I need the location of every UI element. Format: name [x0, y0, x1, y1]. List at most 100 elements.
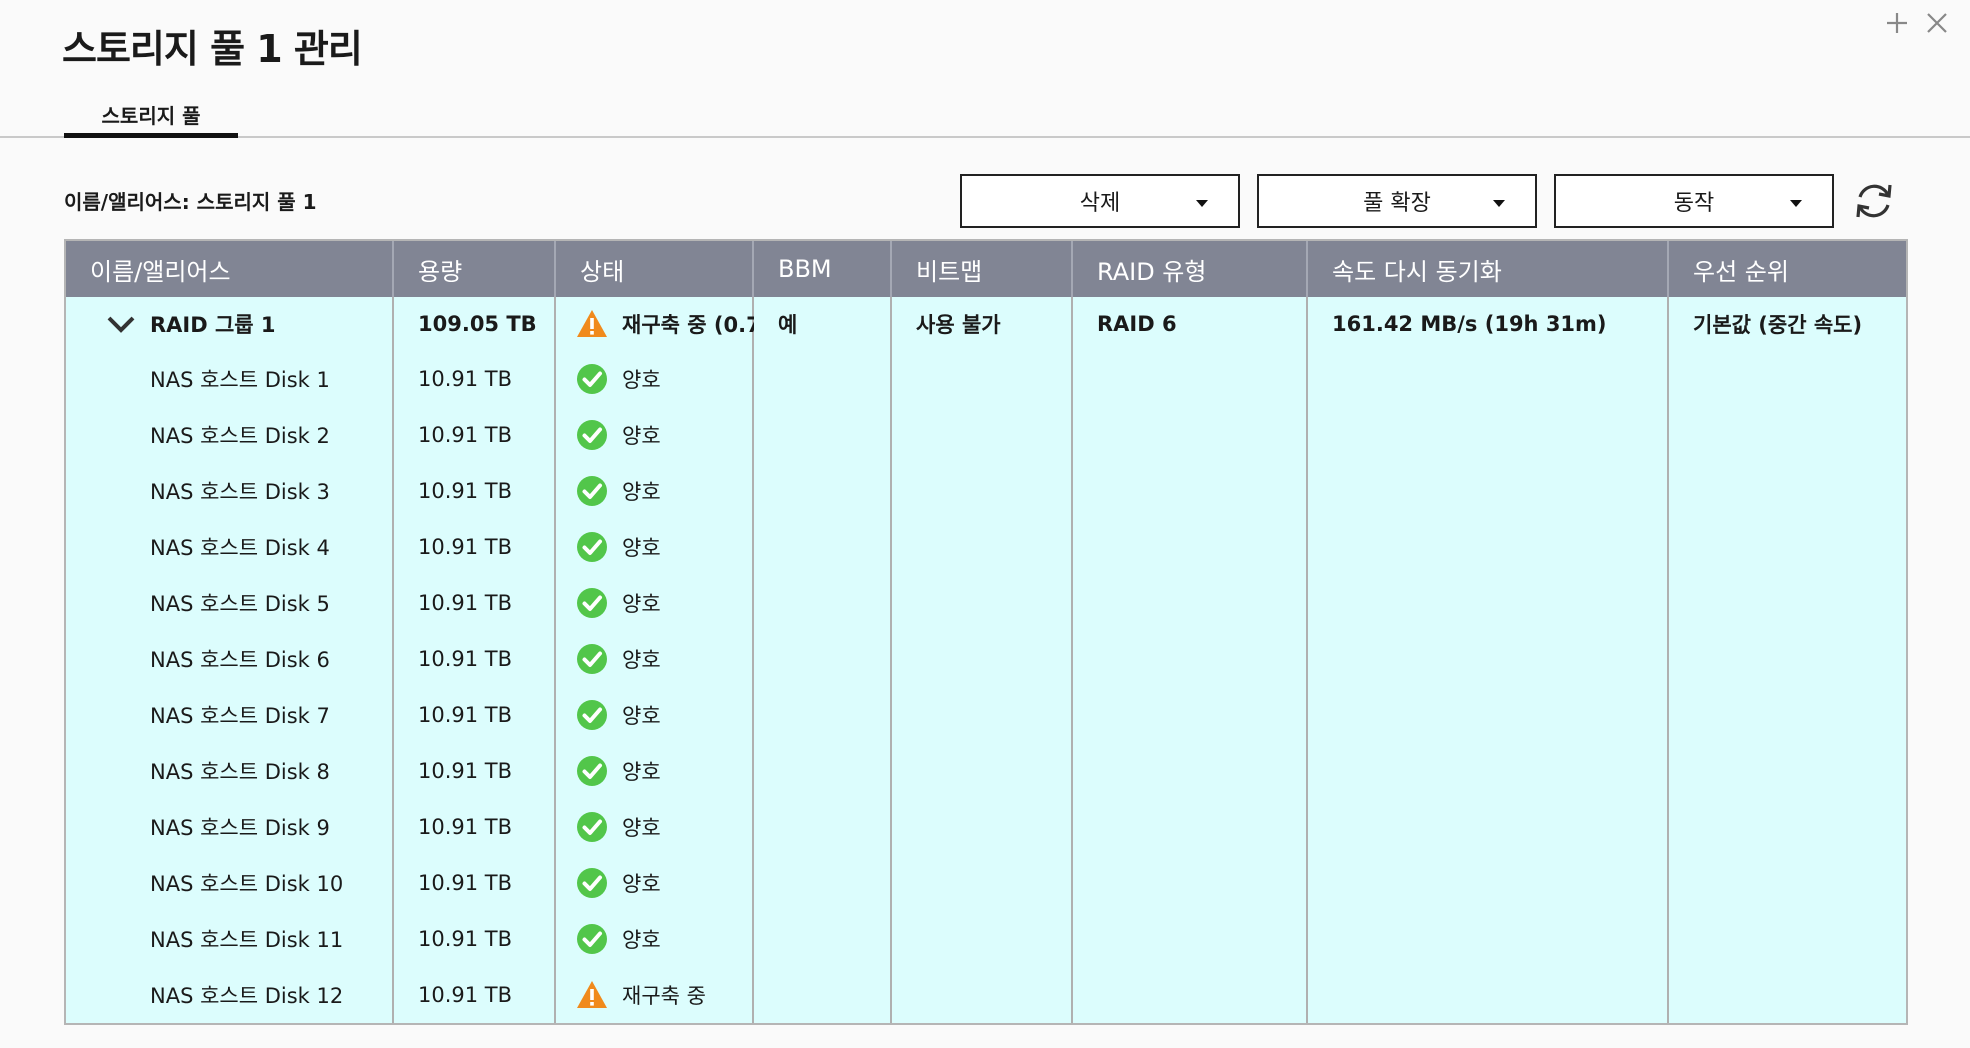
- check-circle-icon: [576, 755, 608, 787]
- table-row[interactable]: NAS 호스트 Disk 1 10.91 TB 양호: [66, 351, 1906, 407]
- disk-status-cell: 양호: [556, 631, 754, 687]
- refresh-button[interactable]: [1847, 174, 1901, 228]
- disk-name: NAS 호스트 Disk 11: [150, 928, 344, 952]
- close-icon: [1927, 13, 1947, 33]
- disk-status-cell: 양호: [556, 519, 754, 575]
- check-circle-icon: [576, 419, 608, 451]
- check-circle-icon: [576, 923, 608, 955]
- disk-status-cell: 양호: [556, 351, 754, 407]
- disk-capacity: 10.91 TB: [418, 535, 513, 559]
- group-status: 재구축 중 (0.7: [622, 313, 754, 337]
- disk-name: NAS 호스트 Disk 1: [150, 368, 330, 392]
- group-priority: 기본값 (중간 속도): [1693, 313, 1863, 337]
- disk-name: NAS 호스트 Disk 10: [150, 872, 344, 896]
- check-circle-icon: [576, 531, 608, 563]
- plus-icon: [1887, 13, 1907, 33]
- tab-storage-pool[interactable]: 스토리지 풀: [64, 96, 238, 138]
- disk-status: 양호: [622, 592, 661, 616]
- disk-name: NAS 호스트 Disk 7: [150, 704, 330, 728]
- disk-capacity: 10.91 TB: [418, 871, 513, 895]
- check-circle-icon: [576, 475, 608, 507]
- table-row[interactable]: NAS 호스트 Disk 3 10.91 TB 양호: [66, 463, 1906, 519]
- col-header-bitmap[interactable]: 비트맵: [892, 241, 1073, 297]
- caret-down-icon: [1790, 200, 1802, 207]
- disk-status: 양호: [622, 928, 661, 952]
- disk-name: NAS 호스트 Disk 4: [150, 536, 330, 560]
- check-circle-icon: [576, 643, 608, 675]
- disk-status-cell: 재구축 중: [556, 967, 754, 1023]
- warning-triangle-icon: [576, 979, 608, 1011]
- table-row[interactable]: NAS 호스트 Disk 11 10.91 TB 양호: [66, 911, 1906, 967]
- col-header-priority[interactable]: 우선 순위: [1669, 241, 1906, 297]
- col-header-name[interactable]: 이름/앨리어스: [66, 241, 394, 297]
- check-circle-icon: [576, 811, 608, 843]
- table-row[interactable]: NAS 호스트 Disk 7 10.91 TB 양호: [66, 687, 1906, 743]
- disk-status-cell: 양호: [556, 463, 754, 519]
- disk-capacity: 10.91 TB: [418, 927, 513, 951]
- disk-capacity: 10.91 TB: [418, 983, 513, 1007]
- disk-name: NAS 호스트 Disk 5: [150, 592, 330, 616]
- disk-name: NAS 호스트 Disk 9: [150, 816, 330, 840]
- expand-pool-dropdown[interactable]: 풀 확장: [1257, 174, 1537, 228]
- table-row[interactable]: NAS 호스트 Disk 2 10.91 TB 양호: [66, 407, 1906, 463]
- col-header-status[interactable]: 상태: [556, 241, 754, 297]
- delete-dropdown[interactable]: 삭제: [960, 174, 1240, 228]
- disk-name: NAS 호스트 Disk 3: [150, 480, 330, 504]
- disk-status: 양호: [622, 536, 661, 560]
- disk-capacity: 10.91 TB: [418, 479, 513, 503]
- disk-name: NAS 호스트 Disk 12: [150, 984, 344, 1008]
- disk-status: 양호: [622, 872, 661, 896]
- disk-name: NAS 호스트 Disk 8: [150, 760, 330, 784]
- group-name-cell: RAID 그룹 1: [66, 297, 394, 351]
- table-header: 이름/앨리어스 용량 상태 BBM 비트맵 RAID 유형 속도 다시 동기화 …: [66, 241, 1906, 297]
- raid-table: 이름/앨리어스 용량 상태 BBM 비트맵 RAID 유형 속도 다시 동기화 …: [64, 239, 1908, 1025]
- check-circle-icon: [576, 699, 608, 731]
- disk-status-cell: 양호: [556, 911, 754, 967]
- disk-capacity: 10.91 TB: [418, 591, 513, 615]
- disk-status: 재구축 중: [622, 984, 706, 1008]
- table-row[interactable]: NAS 호스트 Disk 12 10.91 TB 재구축 중: [66, 967, 1906, 1023]
- disk-status-cell: 양호: [556, 855, 754, 911]
- caret-down-icon: [1196, 200, 1208, 207]
- table-row[interactable]: NAS 호스트 Disk 5 10.91 TB 양호: [66, 575, 1906, 631]
- expand-pool-dropdown-label: 풀 확장: [1363, 191, 1431, 216]
- table-row[interactable]: NAS 호스트 Disk 4 10.91 TB 양호: [66, 519, 1906, 575]
- table-row[interactable]: NAS 호스트 Disk 6 10.91 TB 양호: [66, 631, 1906, 687]
- disk-name: NAS 호스트 Disk 2: [150, 424, 330, 448]
- add-button[interactable]: [1884, 8, 1910, 38]
- group-raid-type: RAID 6: [1097, 312, 1177, 336]
- disk-status-cell: 양호: [556, 687, 754, 743]
- col-header-resync-speed[interactable]: 속도 다시 동기화: [1308, 241, 1669, 297]
- disk-status-cell: 양호: [556, 407, 754, 463]
- disk-status: 양호: [622, 648, 661, 672]
- chevron-down-icon[interactable]: [106, 314, 136, 334]
- action-dropdown-label: 동작: [1673, 191, 1715, 216]
- group-bitmap: 사용 불가: [916, 313, 1001, 337]
- disk-capacity: 10.91 TB: [418, 759, 513, 783]
- group-name: RAID 그룹 1: [150, 313, 276, 337]
- page-title: 스토리지 풀 1 관리: [62, 27, 363, 71]
- table-body: RAID 그룹 1 109.05 TB 재구축 중 (0.7 예 사용 불가 R…: [66, 297, 1906, 1023]
- disk-list: NAS 호스트 Disk 1 10.91 TB 양호 NAS 호스트 Disk …: [66, 351, 1906, 1023]
- col-header-capacity[interactable]: 용량: [394, 241, 556, 297]
- check-circle-icon: [576, 363, 608, 395]
- action-dropdown[interactable]: 동작: [1554, 174, 1834, 228]
- toolbar: 삭제 풀 확장 동작: [960, 174, 1901, 228]
- check-circle-icon: [576, 867, 608, 899]
- disk-status: 양호: [622, 368, 661, 392]
- table-row[interactable]: NAS 호스트 Disk 8 10.91 TB 양호: [66, 743, 1906, 799]
- disk-capacity: 10.91 TB: [418, 703, 513, 727]
- close-button[interactable]: [1924, 8, 1950, 38]
- disk-status-cell: 양호: [556, 575, 754, 631]
- group-bbm: 예: [778, 313, 798, 337]
- group-status-cell: 재구축 중 (0.7: [556, 297, 754, 351]
- refresh-icon: [1856, 184, 1892, 218]
- table-row[interactable]: NAS 호스트 Disk 10 10.91 TB 양호: [66, 855, 1906, 911]
- raid-group-row[interactable]: RAID 그룹 1 109.05 TB 재구축 중 (0.7 예 사용 불가 R…: [66, 297, 1906, 351]
- window-controls: [1884, 8, 1950, 38]
- col-header-bbm[interactable]: BBM: [754, 241, 892, 297]
- caret-down-icon: [1493, 200, 1505, 207]
- col-header-raid-type[interactable]: RAID 유형: [1073, 241, 1308, 297]
- table-row[interactable]: NAS 호스트 Disk 9 10.91 TB 양호: [66, 799, 1906, 855]
- tab-bar: 스토리지 풀: [0, 96, 1970, 138]
